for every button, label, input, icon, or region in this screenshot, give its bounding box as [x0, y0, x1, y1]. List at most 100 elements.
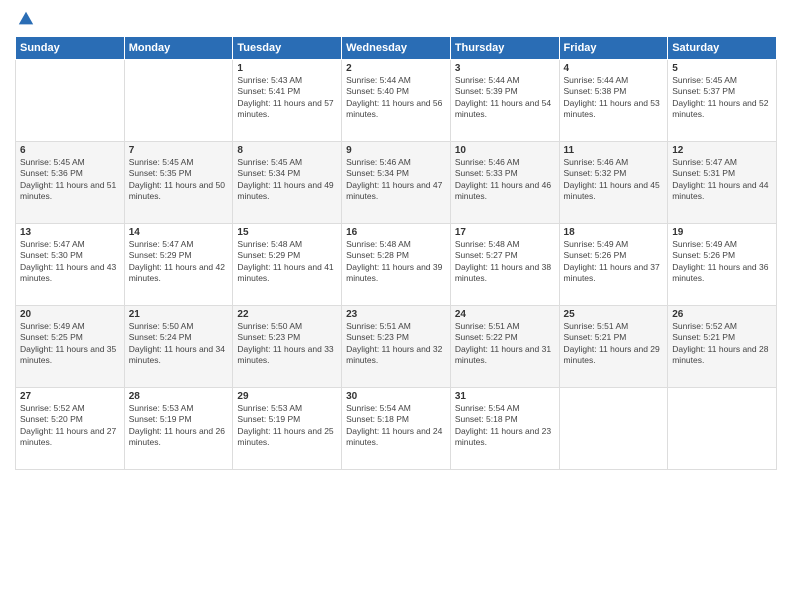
day-info: Sunrise: 5:53 AMSunset: 5:19 PMDaylight:…	[129, 403, 229, 449]
calendar-cell: 13Sunrise: 5:47 AMSunset: 5:30 PMDayligh…	[16, 224, 125, 306]
calendar-cell: 1Sunrise: 5:43 AMSunset: 5:41 PMDaylight…	[233, 60, 342, 142]
day-number: 19	[672, 227, 772, 238]
calendar-cell: 26Sunrise: 5:52 AMSunset: 5:21 PMDayligh…	[668, 306, 777, 388]
day-number: 26	[672, 309, 772, 320]
day-number: 3	[455, 63, 555, 74]
calendar-table: Sunday Monday Tuesday Wednesday Thursday…	[15, 36, 777, 470]
day-number: 23	[346, 309, 446, 320]
calendar-week-1: 1Sunrise: 5:43 AMSunset: 5:41 PMDaylight…	[16, 60, 777, 142]
calendar-cell: 8Sunrise: 5:45 AMSunset: 5:34 PMDaylight…	[233, 142, 342, 224]
day-number: 10	[455, 145, 555, 156]
day-info: Sunrise: 5:49 AMSunset: 5:25 PMDaylight:…	[20, 321, 120, 367]
day-number: 9	[346, 145, 446, 156]
day-number: 18	[564, 227, 664, 238]
day-info: Sunrise: 5:54 AMSunset: 5:18 PMDaylight:…	[346, 403, 446, 449]
day-number: 24	[455, 309, 555, 320]
day-number: 7	[129, 145, 229, 156]
day-number: 2	[346, 63, 446, 74]
calendar-cell: 19Sunrise: 5:49 AMSunset: 5:26 PMDayligh…	[668, 224, 777, 306]
col-wednesday: Wednesday	[342, 37, 451, 60]
header	[15, 10, 777, 28]
day-info: Sunrise: 5:51 AMSunset: 5:22 PMDaylight:…	[455, 321, 555, 367]
calendar-cell: 9Sunrise: 5:46 AMSunset: 5:34 PMDaylight…	[342, 142, 451, 224]
day-info: Sunrise: 5:54 AMSunset: 5:18 PMDaylight:…	[455, 403, 555, 449]
calendar-cell: 10Sunrise: 5:46 AMSunset: 5:33 PMDayligh…	[450, 142, 559, 224]
day-info: Sunrise: 5:51 AMSunset: 5:21 PMDaylight:…	[564, 321, 664, 367]
calendar-cell	[668, 388, 777, 470]
day-info: Sunrise: 5:50 AMSunset: 5:23 PMDaylight:…	[237, 321, 337, 367]
calendar-cell: 21Sunrise: 5:50 AMSunset: 5:24 PMDayligh…	[124, 306, 233, 388]
calendar-cell: 28Sunrise: 5:53 AMSunset: 5:19 PMDayligh…	[124, 388, 233, 470]
day-number: 31	[455, 391, 555, 402]
col-friday: Friday	[559, 37, 668, 60]
day-info: Sunrise: 5:45 AMSunset: 5:35 PMDaylight:…	[129, 157, 229, 203]
page: Sunday Monday Tuesday Wednesday Thursday…	[0, 0, 792, 612]
col-sunday: Sunday	[16, 37, 125, 60]
day-info: Sunrise: 5:49 AMSunset: 5:26 PMDaylight:…	[564, 239, 664, 285]
day-info: Sunrise: 5:47 AMSunset: 5:29 PMDaylight:…	[129, 239, 229, 285]
logo-icon	[17, 10, 35, 28]
calendar-cell: 22Sunrise: 5:50 AMSunset: 5:23 PMDayligh…	[233, 306, 342, 388]
day-number: 15	[237, 227, 337, 238]
header-row: Sunday Monday Tuesday Wednesday Thursday…	[16, 37, 777, 60]
calendar-cell: 27Sunrise: 5:52 AMSunset: 5:20 PMDayligh…	[16, 388, 125, 470]
day-number: 8	[237, 145, 337, 156]
calendar-cell: 3Sunrise: 5:44 AMSunset: 5:39 PMDaylight…	[450, 60, 559, 142]
col-tuesday: Tuesday	[233, 37, 342, 60]
calendar-cell: 17Sunrise: 5:48 AMSunset: 5:27 PMDayligh…	[450, 224, 559, 306]
day-number: 14	[129, 227, 229, 238]
calendar-cell: 4Sunrise: 5:44 AMSunset: 5:38 PMDaylight…	[559, 60, 668, 142]
calendar-cell: 7Sunrise: 5:45 AMSunset: 5:35 PMDaylight…	[124, 142, 233, 224]
calendar-cell: 18Sunrise: 5:49 AMSunset: 5:26 PMDayligh…	[559, 224, 668, 306]
calendar-cell	[16, 60, 125, 142]
day-info: Sunrise: 5:47 AMSunset: 5:30 PMDaylight:…	[20, 239, 120, 285]
calendar-cell: 14Sunrise: 5:47 AMSunset: 5:29 PMDayligh…	[124, 224, 233, 306]
calendar-cell: 5Sunrise: 5:45 AMSunset: 5:37 PMDaylight…	[668, 60, 777, 142]
calendar-cell: 2Sunrise: 5:44 AMSunset: 5:40 PMDaylight…	[342, 60, 451, 142]
calendar-week-5: 27Sunrise: 5:52 AMSunset: 5:20 PMDayligh…	[16, 388, 777, 470]
day-info: Sunrise: 5:47 AMSunset: 5:31 PMDaylight:…	[672, 157, 772, 203]
day-number: 22	[237, 309, 337, 320]
day-info: Sunrise: 5:46 AMSunset: 5:33 PMDaylight:…	[455, 157, 555, 203]
day-info: Sunrise: 5:52 AMSunset: 5:20 PMDaylight:…	[20, 403, 120, 449]
day-number: 13	[20, 227, 120, 238]
calendar-week-4: 20Sunrise: 5:49 AMSunset: 5:25 PMDayligh…	[16, 306, 777, 388]
calendar-cell: 23Sunrise: 5:51 AMSunset: 5:23 PMDayligh…	[342, 306, 451, 388]
day-number: 4	[564, 63, 664, 74]
day-number: 17	[455, 227, 555, 238]
day-info: Sunrise: 5:49 AMSunset: 5:26 PMDaylight:…	[672, 239, 772, 285]
day-info: Sunrise: 5:48 AMSunset: 5:28 PMDaylight:…	[346, 239, 446, 285]
day-number: 28	[129, 391, 229, 402]
calendar-cell: 15Sunrise: 5:48 AMSunset: 5:29 PMDayligh…	[233, 224, 342, 306]
col-saturday: Saturday	[668, 37, 777, 60]
col-monday: Monday	[124, 37, 233, 60]
day-info: Sunrise: 5:44 AMSunset: 5:40 PMDaylight:…	[346, 75, 446, 121]
calendar-week-2: 6Sunrise: 5:45 AMSunset: 5:36 PMDaylight…	[16, 142, 777, 224]
calendar-cell	[124, 60, 233, 142]
calendar-cell: 29Sunrise: 5:53 AMSunset: 5:19 PMDayligh…	[233, 388, 342, 470]
day-info: Sunrise: 5:48 AMSunset: 5:29 PMDaylight:…	[237, 239, 337, 285]
day-info: Sunrise: 5:43 AMSunset: 5:41 PMDaylight:…	[237, 75, 337, 121]
day-info: Sunrise: 5:45 AMSunset: 5:36 PMDaylight:…	[20, 157, 120, 203]
calendar-cell: 31Sunrise: 5:54 AMSunset: 5:18 PMDayligh…	[450, 388, 559, 470]
calendar-cell: 25Sunrise: 5:51 AMSunset: 5:21 PMDayligh…	[559, 306, 668, 388]
day-number: 29	[237, 391, 337, 402]
day-info: Sunrise: 5:51 AMSunset: 5:23 PMDaylight:…	[346, 321, 446, 367]
day-number: 1	[237, 63, 337, 74]
day-number: 27	[20, 391, 120, 402]
day-number: 21	[129, 309, 229, 320]
day-info: Sunrise: 5:46 AMSunset: 5:32 PMDaylight:…	[564, 157, 664, 203]
day-info: Sunrise: 5:45 AMSunset: 5:37 PMDaylight:…	[672, 75, 772, 121]
day-info: Sunrise: 5:45 AMSunset: 5:34 PMDaylight:…	[237, 157, 337, 203]
day-number: 30	[346, 391, 446, 402]
day-number: 20	[20, 309, 120, 320]
calendar-cell: 11Sunrise: 5:46 AMSunset: 5:32 PMDayligh…	[559, 142, 668, 224]
day-number: 25	[564, 309, 664, 320]
day-info: Sunrise: 5:52 AMSunset: 5:21 PMDaylight:…	[672, 321, 772, 367]
calendar-cell: 6Sunrise: 5:45 AMSunset: 5:36 PMDaylight…	[16, 142, 125, 224]
calendar-week-3: 13Sunrise: 5:47 AMSunset: 5:30 PMDayligh…	[16, 224, 777, 306]
day-info: Sunrise: 5:53 AMSunset: 5:19 PMDaylight:…	[237, 403, 337, 449]
day-info: Sunrise: 5:44 AMSunset: 5:38 PMDaylight:…	[564, 75, 664, 121]
day-number: 11	[564, 145, 664, 156]
day-info: Sunrise: 5:48 AMSunset: 5:27 PMDaylight:…	[455, 239, 555, 285]
